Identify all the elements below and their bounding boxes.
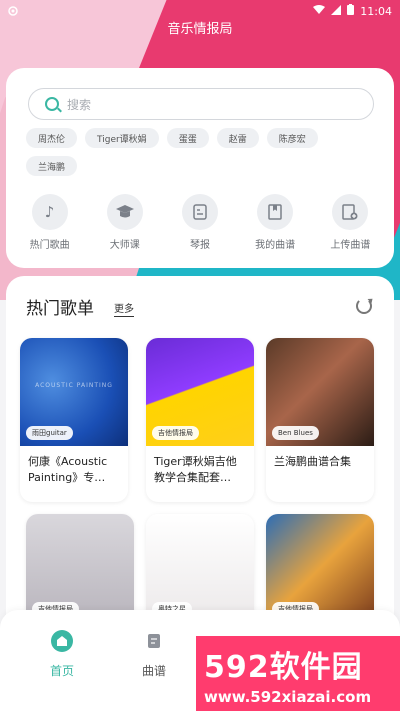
quick-menu-my-sheets[interactable]: 我的曲谱 [243, 194, 307, 251]
refresh-icon[interactable] [356, 298, 372, 314]
tag-item[interactable]: 陈彦宏 [266, 128, 318, 148]
quick-menu-label: 大师课 [109, 240, 140, 251]
app-notification-icon [8, 6, 18, 16]
quick-menu: ♪ 热门歌曲 大师课 琴报 我的曲谱 上传曲谱 [6, 194, 394, 251]
playlist-title: Tiger谭秋娟吉他教学合集配套… [154, 455, 237, 484]
playlist-card[interactable]: ACOUSTIC PAINTING 雨田guitar 何康《Acoustic P… [20, 338, 128, 502]
app-title: 音乐情报局 [167, 22, 233, 37]
playlist-badge: Ben Blues [272, 426, 319, 440]
playlist-cover: Ben Blues [266, 338, 374, 446]
tag-item[interactable]: 兰海鹏 [26, 156, 78, 176]
nav-home[interactable]: 首页 [32, 630, 92, 679]
playlist-badge: 吉他情报局 [152, 426, 199, 440]
quick-menu-label: 我的曲谱 [255, 240, 296, 251]
playlist-cover: 吉他情报局 [266, 514, 374, 622]
playlist-cover: 吉他情报局 [146, 338, 254, 446]
watermark-url: www.592xiazai.com [204, 687, 372, 706]
nav-sheets[interactable]: 曲谱 [124, 630, 184, 679]
playlist-title: 兰海鹏曲谱合集 [274, 455, 351, 468]
watermark-title: 592软件园 [204, 649, 363, 685]
graduation-cap-icon [106, 194, 143, 230]
search-input[interactable]: 搜索 [28, 88, 374, 120]
tag-item[interactable]: 蛋蛋 [166, 128, 209, 148]
quick-menu-hot-songs[interactable]: ♪ 热门歌曲 [18, 194, 82, 251]
quick-menu-upload-sheet[interactable]: 上传曲谱 [318, 194, 382, 251]
section-title: 热门歌单 [26, 299, 94, 319]
quick-menu-news[interactable]: 琴报 [168, 194, 232, 251]
more-link[interactable]: 更多 [114, 300, 134, 317]
home-icon [51, 630, 73, 652]
sheet-icon [143, 630, 165, 652]
quick-menu-label: 琴报 [189, 240, 210, 251]
hot-tags: 周杰伦 Tiger谭秋娟 蛋蛋 赵雷 陈彦宏 兰海鹏 [26, 128, 366, 176]
search-placeholder: 搜索 [67, 97, 92, 112]
battery-icon [347, 4, 355, 18]
music-disc-icon: ♪ [31, 194, 68, 230]
quick-menu-label: 上传曲谱 [330, 240, 371, 251]
playlist-card[interactable]: 吉他情报局 Tiger谭秋娟吉他教学合集配套… [146, 338, 254, 502]
playlist-cover: 奥特之星 [146, 514, 254, 622]
top-card: 搜索 周杰伦 Tiger谭秋娟 蛋蛋 赵雷 陈彦宏 兰海鹏 ♪ 热门歌曲 大师课… [6, 68, 394, 268]
tag-item[interactable]: 周杰伦 [26, 128, 78, 148]
watermark-logo: 592软件园 www.592xiazai.com [196, 636, 400, 711]
status-time: 11:04 [360, 4, 392, 18]
quick-menu-master-class[interactable]: 大师课 [93, 194, 157, 251]
upload-sheet-icon [332, 194, 369, 230]
news-icon [181, 194, 218, 230]
nav-label: 曲谱 [141, 664, 166, 678]
tag-item[interactable]: Tiger谭秋娟 [85, 128, 159, 148]
book-icon [257, 194, 294, 230]
nav-label: 首页 [49, 664, 74, 678]
playlist-cover: ACOUSTIC PAINTING 雨田guitar [20, 338, 128, 446]
tag-item[interactable]: 赵雷 [216, 128, 259, 148]
cover-text: ACOUSTIC PAINTING [35, 382, 113, 389]
playlist-card[interactable]: Ben Blues 兰海鹏曲谱合集 [266, 338, 374, 502]
signal-icon [331, 4, 342, 18]
playlist-badge: 雨田guitar [26, 426, 73, 440]
quick-menu-label: 热门歌曲 [29, 240, 70, 251]
playlist-cover: 吉他情报局 [26, 514, 134, 622]
wifi-icon [313, 4, 326, 18]
playlist-title: 何康《Acoustic Painting》专… [28, 455, 108, 484]
search-icon [45, 97, 59, 111]
